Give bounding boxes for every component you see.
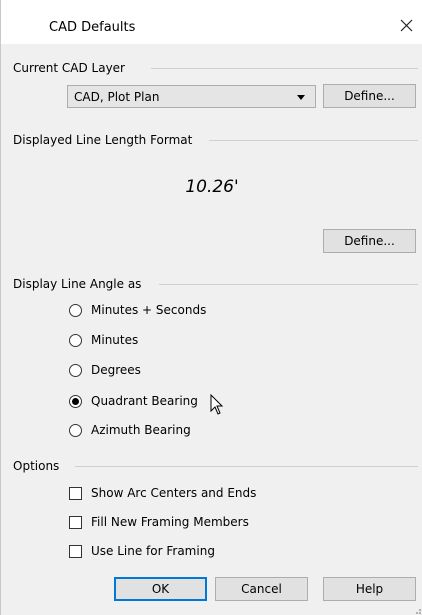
checkbox[interactable]	[69, 516, 82, 529]
cancel-button[interactable]: Cancel	[215, 577, 308, 601]
checkbox-label: Show Arc Centers and Ends	[91, 486, 257, 500]
group-label-options: Options	[13, 459, 66, 473]
close-icon	[400, 19, 413, 32]
resize-grip-icon[interactable]	[412, 605, 422, 615]
radio-label: Minutes + Seconds	[91, 303, 207, 317]
radio-label: Azimuth Bearing	[91, 423, 191, 437]
checkbox-label: Fill New Framing Members	[91, 515, 249, 529]
mouse-pointer-icon	[210, 394, 224, 415]
radio-button[interactable]	[69, 364, 82, 377]
cad-layer-selected-value: CAD, Plot Plan	[74, 90, 160, 104]
title-bar: CAD Defaults	[1, 0, 422, 44]
help-button[interactable]: Help	[323, 577, 416, 601]
cad-defaults-dialog: CAD Defaults Current CAD Layer CAD, Plot…	[0, 0, 422, 615]
radio-button[interactable]	[69, 424, 82, 437]
checkbox[interactable]	[69, 487, 82, 500]
chevron-down-icon	[297, 95, 305, 100]
group-label-current-layer: Current CAD Layer	[13, 61, 131, 75]
radio-button[interactable]	[69, 304, 82, 317]
define-length-format-button[interactable]: Define...	[323, 229, 416, 253]
line-length-sample: 10.26'	[185, 177, 239, 197]
radio-label: Minutes	[91, 333, 139, 347]
radio-button-selected[interactable]	[69, 395, 82, 408]
group-divider	[75, 466, 418, 467]
checkbox[interactable]	[69, 545, 82, 558]
group-label-line-length: Displayed Line Length Format	[13, 133, 199, 147]
group-divider	[159, 284, 418, 285]
radio-label: Degrees	[91, 363, 141, 377]
radio-button[interactable]	[69, 334, 82, 347]
group-divider	[209, 140, 418, 141]
define-layer-button[interactable]: Define...	[323, 84, 416, 108]
ok-button[interactable]: OK	[114, 577, 207, 601]
close-button[interactable]	[395, 14, 419, 38]
radio-label: Quadrant Bearing	[91, 394, 198, 408]
group-divider	[151, 68, 418, 69]
cad-layer-select[interactable]: CAD, Plot Plan	[67, 85, 316, 108]
group-label-line-angle: Display Line Angle as	[13, 277, 148, 291]
checkbox-label: Use Line for Framing	[91, 544, 215, 558]
radio-selected-dot	[72, 398, 79, 405]
window-title: CAD Defaults	[49, 20, 136, 35]
